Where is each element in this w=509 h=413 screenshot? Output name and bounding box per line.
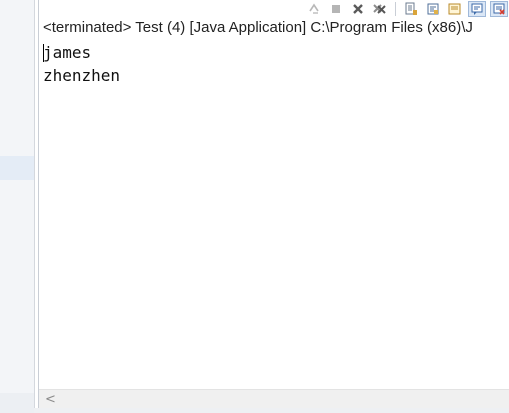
console-title: <terminated> Test (4) [Java Application]… bbox=[43, 19, 473, 36]
show-on-stdout-icon[interactable] bbox=[446, 1, 464, 17]
scroll-lock-icon[interactable] bbox=[402, 1, 420, 17]
pin-console-icon[interactable] bbox=[468, 1, 486, 17]
toolbar-separator bbox=[395, 2, 396, 16]
console-output-line: james bbox=[43, 43, 92, 62]
relaunch-icon[interactable] bbox=[305, 1, 323, 17]
horizontal-scrollbar[interactable]: < bbox=[39, 389, 509, 408]
bottom-border bbox=[34, 408, 509, 413]
scroll-left-arrow-icon[interactable]: < bbox=[45, 392, 56, 407]
display-console-icon[interactable] bbox=[490, 1, 508, 17]
console-output-line: zhenzhen bbox=[43, 66, 121, 85]
selected-row-highlight bbox=[0, 156, 34, 180]
terminate-icon[interactable] bbox=[327, 1, 345, 17]
remove-launch-icon[interactable] bbox=[349, 1, 367, 17]
text-caret bbox=[43, 44, 44, 62]
console-view[interactable]: <terminated> Test (4) [Java Application]… bbox=[38, 0, 509, 413]
left-panel-strip bbox=[0, 0, 35, 413]
console-toolbar bbox=[305, 0, 509, 18]
left-panel-footer bbox=[0, 393, 34, 413]
remove-all-terminated-icon[interactable] bbox=[371, 1, 389, 17]
word-wrap-icon[interactable] bbox=[424, 1, 442, 17]
console-output[interactable]: james zhenzhen bbox=[43, 41, 506, 87]
